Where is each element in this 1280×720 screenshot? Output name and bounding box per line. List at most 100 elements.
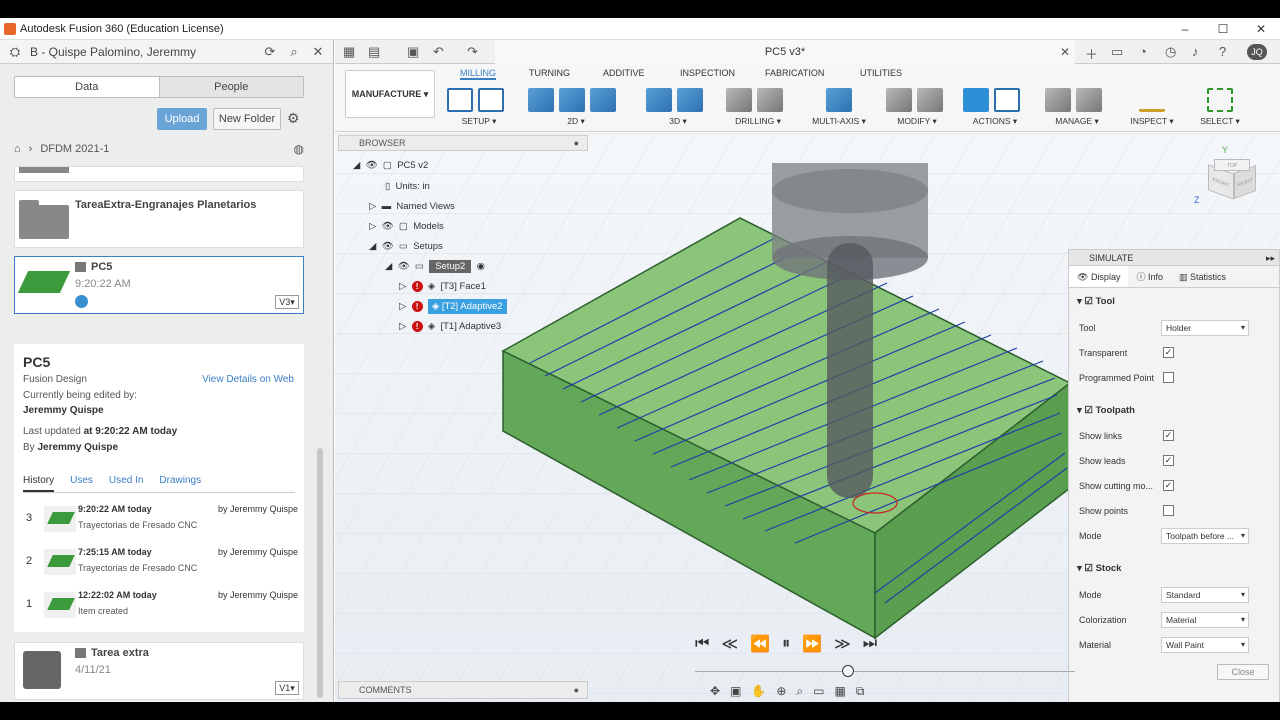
job-status-icon[interactable]: ◷ <box>1165 44 1176 60</box>
chat-icon[interactable]: ▭ <box>1111 44 1123 60</box>
drilling-group[interactable]: DRILLING ▾ <box>726 86 790 130</box>
hole-recognition-icon[interactable] <box>757 88 783 112</box>
next-operation-icon[interactable]: ≫ <box>834 634 851 654</box>
material-select[interactable]: Wall Paint <box>1161 637 1249 653</box>
tab-history[interactable]: History <box>23 475 55 492</box>
viewcube-top[interactable]: TOP <box>1214 159 1250 171</box>
scissors-icon[interactable] <box>886 88 912 112</box>
fit-icon[interactable]: ⌕ <box>796 684 803 700</box>
tab-additive[interactable]: ADDITIVE <box>603 68 645 78</box>
multi-axis-group[interactable]: MULTI-AXIS ▾ <box>809 86 869 130</box>
post-process-icon[interactable] <box>994 88 1020 112</box>
viewports-icon[interactable]: ⧉ <box>856 684 865 700</box>
tree-models[interactable]: ▷ 👁 ▢ Models <box>369 221 444 232</box>
history-row[interactable]: 3 9:20:22 AM today Trayectorias de Fresa… <box>18 500 300 540</box>
manage-group[interactable]: MANAGE ▾ <box>1045 86 1109 130</box>
face-icon[interactable] <box>590 88 616 112</box>
folder-item[interactable]: TareaExtra-Engranajes Planetarios <box>14 190 304 248</box>
upload-button[interactable]: Upload <box>157 108 207 130</box>
history-row[interactable]: 2 7:25:15 AM today Trayectorias de Fresa… <box>18 543 300 583</box>
actions-menu[interactable]: ACTIONS ▾ <box>963 116 1027 127</box>
tree-named-views[interactable]: ▷ ▬ Named Views <box>369 201 455 212</box>
notifications-icon[interactable]: ♪ <box>1192 44 1199 59</box>
new-tab-icon[interactable]: ＋ <box>1085 44 1098 63</box>
2d-pocket-icon[interactable] <box>559 88 585 112</box>
tree-op-face1[interactable]: ▷ ! ◈ [T3] Face1 <box>399 281 486 292</box>
tree-setup2[interactable]: ◢ 👁 ▭ Setup2 ◉ <box>385 260 485 273</box>
display-settings-icon[interactable]: ▭ <box>813 684 824 700</box>
select-group[interactable]: SELECT ▾ <box>1195 86 1245 130</box>
programmed-point-checkbox[interactable] <box>1163 372 1174 383</box>
grid-settings-icon[interactable]: ▦ <box>835 684 846 700</box>
machine-library-icon[interactable] <box>1076 88 1102 112</box>
tab-milling[interactable]: MILLING <box>460 68 497 80</box>
3d-viewport[interactable]: BROWSER ● ◢ 👁 ▢ PC5 v2 ▯ Units: in ▷ ▬ N… <box>335 133 1280 702</box>
globe-icon[interactable]: ◍ <box>294 142 304 156</box>
team-selector[interactable]: B - Quispe Palomino, Jeremmy <box>30 45 255 59</box>
scrollbar[interactable] <box>317 448 323 698</box>
maximize-button[interactable]: ☐ <box>1204 18 1242 40</box>
skip-to-start-icon[interactable]: ⏮ <box>695 635 709 653</box>
tab-turning[interactable]: TURNING <box>529 68 570 78</box>
browser-panel-header[interactable]: BROWSER ● <box>338 135 588 151</box>
measure-icon[interactable] <box>1139 88 1165 112</box>
tree-root[interactable]: ◢ 👁 ▢ PC5 v2 <box>353 160 428 171</box>
help-icon[interactable]: ? <box>1219 44 1226 59</box>
home-icon[interactable]: ⌂ <box>14 143 21 155</box>
modify-menu[interactable]: MODIFY ▾ <box>886 116 948 127</box>
pause-icon[interactable]: ⏸ <box>782 635 790 653</box>
pan-icon[interactable]: ✋ <box>751 684 766 700</box>
show-points-checkbox[interactable] <box>1163 505 1174 516</box>
tool-section[interactable]: ▾ ☑ Tool <box>1077 296 1115 307</box>
tab-uses[interactable]: Uses <box>70 475 93 492</box>
select-menu[interactable]: SELECT ▾ <box>1195 116 1245 127</box>
comments-panel[interactable]: COMMENTS ● <box>338 681 588 699</box>
user-avatar[interactable]: JQ <box>1247 44 1267 60</box>
version-badge[interactable]: V3▾ <box>275 295 299 309</box>
close-document-icon[interactable]: ✕ <box>1060 40 1070 64</box>
stock-mode-select[interactable]: Standard <box>1161 587 1249 603</box>
comments-toggle-icon[interactable]: ● <box>574 682 579 698</box>
tab-drawings[interactable]: Drawings <box>159 475 201 492</box>
close-button[interactable]: Close <box>1217 664 1269 680</box>
show-leads-checkbox[interactable]: ✓ <box>1163 455 1174 466</box>
zoom-icon[interactable]: ⊕ <box>776 684 786 700</box>
modify-group[interactable]: MODIFY ▾ <box>886 86 948 130</box>
tool-library-icon[interactable] <box>1045 88 1071 112</box>
tab-statistics[interactable]: ▥ Statistics <box>1171 266 1234 287</box>
undo-icon[interactable]: ↶ <box>433 44 444 60</box>
2d-group[interactable]: 2D ▾ <box>528 86 624 130</box>
setup-icon[interactable] <box>447 88 473 112</box>
tab-data[interactable]: Data <box>15 77 159 97</box>
tab-used-in[interactable]: Used In <box>109 475 143 492</box>
tab-people[interactable]: People <box>158 77 303 97</box>
timeline-track[interactable] <box>695 671 1075 672</box>
workspace-switcher[interactable]: MANUFACTURE ▾ <box>345 70 435 118</box>
tree-op-adaptive3[interactable]: ▷ ! ◈ [T1] Adaptive3 <box>399 321 501 332</box>
inspect-group[interactable]: INSPECT ▾ <box>1127 86 1177 130</box>
toolpath-section[interactable]: ▾ ☑ Toolpath <box>1077 405 1135 416</box>
expand-icon[interactable]: ▸▸ <box>1266 250 1275 266</box>
list-item[interactable] <box>14 166 304 182</box>
file-icon[interactable]: ▤ <box>368 44 380 60</box>
delete-icon[interactable] <box>917 88 943 112</box>
gear-icon[interactable]: ⚙ <box>287 110 300 127</box>
simulate-icon[interactable] <box>963 88 989 112</box>
2d-menu[interactable]: 2D ▾ <box>528 116 624 127</box>
multi-axis-menu[interactable]: MULTI-AXIS ▾ <box>809 116 869 127</box>
orbit-icon[interactable]: ✥ <box>710 684 720 700</box>
3d-group[interactable]: 3D ▾ <box>646 86 710 130</box>
tree-setups[interactable]: ◢ 👁 ▭ Setups <box>369 241 443 252</box>
minimize-button[interactable]: – <box>1166 18 1204 40</box>
select-icon[interactable] <box>1207 88 1233 112</box>
tab-info[interactable]: ⓘ Info <box>1128 266 1171 287</box>
show-cutting-checkbox[interactable]: ✓ <box>1163 480 1174 491</box>
design-item-selected[interactable]: PC5 9:20:22 AM V3▾ <box>14 256 304 314</box>
inspect-menu[interactable]: INSPECT ▾ <box>1127 116 1177 127</box>
breadcrumb-project[interactable]: DFDM 2021-1 <box>40 143 109 155</box>
2d-adaptive-icon[interactable] <box>528 88 554 112</box>
grid-icon[interactable]: ▦ <box>343 44 355 60</box>
colorization-select[interactable]: Material <box>1161 612 1249 628</box>
previous-operation-icon[interactable]: ≪ <box>721 634 738 654</box>
setup-menu[interactable]: SETUP ▾ <box>447 116 511 127</box>
